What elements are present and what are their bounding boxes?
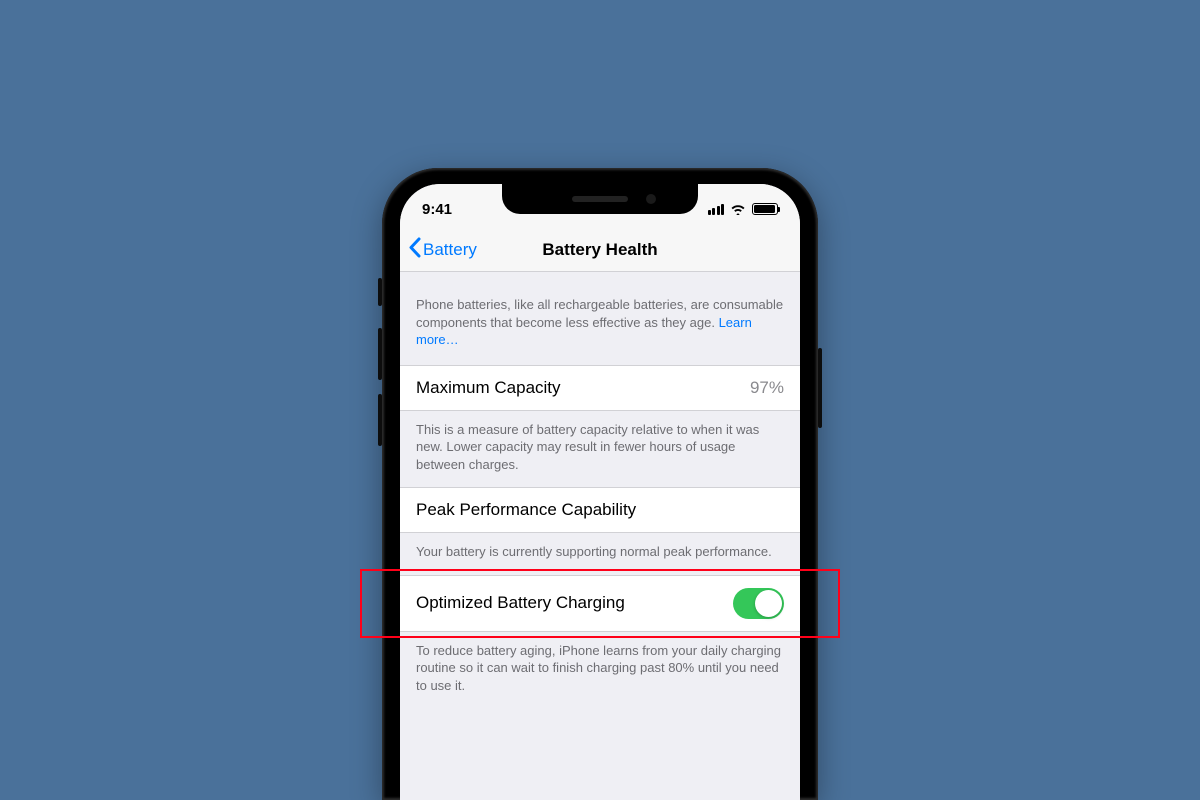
battery-icon bbox=[752, 203, 778, 215]
volume-down-button-icon bbox=[378, 394, 382, 446]
maximum-capacity-footer: This is a measure of battery capacity re… bbox=[400, 411, 800, 488]
mute-switch-icon bbox=[378, 278, 382, 306]
volume-up-button-icon bbox=[378, 328, 382, 380]
page-title: Battery Health bbox=[542, 240, 657, 260]
row-label: Maximum Capacity bbox=[416, 378, 561, 398]
cellular-signal-icon bbox=[708, 204, 725, 215]
phone-body: 9:41 bbox=[382, 168, 818, 800]
back-button[interactable]: Battery bbox=[408, 228, 477, 271]
phone-mockup: 9:41 bbox=[382, 168, 818, 800]
row-label: Optimized Battery Charging bbox=[416, 593, 625, 613]
phone-screen: 9:41 bbox=[400, 184, 800, 800]
status-time: 9:41 bbox=[422, 195, 452, 218]
nav-bar: Battery Battery Health bbox=[400, 228, 800, 272]
peak-performance-row[interactable]: Peak Performance Capability bbox=[400, 487, 800, 533]
back-label: Battery bbox=[423, 240, 477, 260]
optimized-charging-footer: To reduce battery aging, iPhone learns f… bbox=[400, 632, 800, 709]
settings-content: Phone batteries, like all rechargeable b… bbox=[400, 272, 800, 708]
peak-performance-footer: Your battery is currently supporting nor… bbox=[400, 533, 800, 575]
row-label: Peak Performance Capability bbox=[416, 500, 636, 520]
optimized-charging-toggle[interactable] bbox=[733, 588, 784, 619]
maximum-capacity-row[interactable]: Maximum Capacity 97% bbox=[400, 365, 800, 411]
optimized-charging-row: Optimized Battery Charging bbox=[400, 575, 800, 632]
wifi-icon bbox=[730, 203, 746, 215]
notch bbox=[502, 184, 698, 214]
toggle-knob-icon bbox=[755, 590, 782, 617]
front-camera-icon bbox=[646, 194, 656, 204]
intro-text: Phone batteries, like all rechargeable b… bbox=[400, 272, 800, 365]
speaker-grill-icon bbox=[572, 196, 628, 202]
power-button-icon bbox=[818, 348, 822, 428]
status-indicators bbox=[708, 197, 779, 215]
row-value: 97% bbox=[750, 378, 784, 398]
chevron-left-icon bbox=[408, 237, 421, 263]
